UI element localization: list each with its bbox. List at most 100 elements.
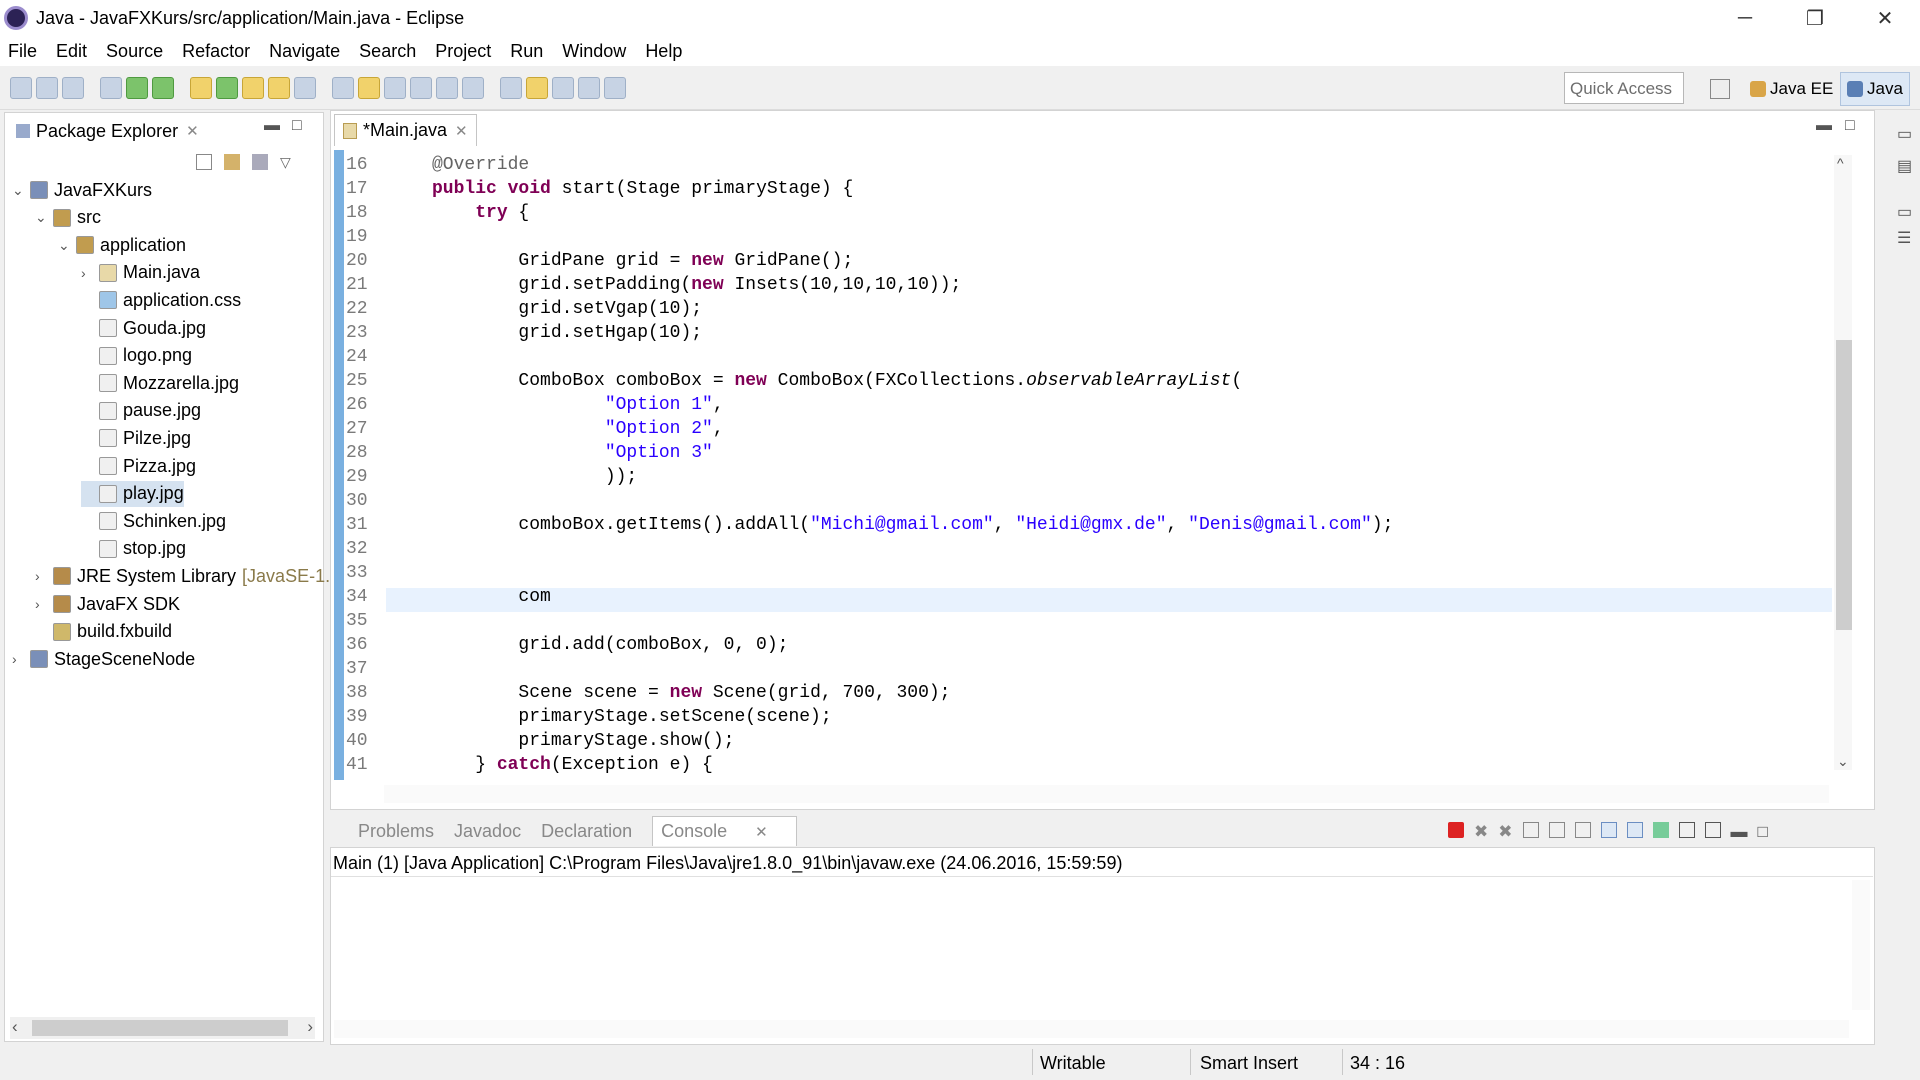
tree-item[interactable]: build.fxbuild <box>35 619 172 645</box>
remove-launch-icon[interactable]: ✖ <box>1474 822 1488 842</box>
explorer-hscroll[interactable]: ‹ › <box>10 1017 315 1039</box>
show-stdout-icon[interactable] <box>1600 822 1617 838</box>
menu-file[interactable]: File <box>8 41 37 62</box>
menu-window[interactable]: Window <box>562 41 626 62</box>
expand-arrow-icon[interactable]: › <box>81 265 99 281</box>
minimize-view-icon[interactable]: ▬ <box>264 117 280 135</box>
code-line[interactable]: ComboBox comboBox = new ComboBox(FXColle… <box>432 371 1393 395</box>
maximize-view-icon[interactable]: □ <box>292 117 302 135</box>
menu-help[interactable]: Help <box>645 41 682 62</box>
editor-vscroll[interactable]: ^ ⌄ <box>1834 155 1852 770</box>
code-line[interactable] <box>432 659 1393 683</box>
mark-occurrences-icon[interactable] <box>358 77 380 99</box>
tree-item[interactable]: pause.jpg <box>81 398 201 424</box>
expand-arrow-icon[interactable]: ⌄ <box>35 209 53 226</box>
collapse-all-icon[interactable] <box>196 154 212 170</box>
next-annotation-icon[interactable] <box>332 77 354 99</box>
code-line[interactable]: grid.setPadding(new Insets(10,10,10,10))… <box>432 275 1393 299</box>
code-line[interactable]: grid.setVgap(10); <box>432 299 1393 323</box>
code-line[interactable]: } catch(Exception e) { <box>432 755 1393 779</box>
code-line[interactable]: "Option 3" <box>432 443 1393 467</box>
code-line[interactable]: try { <box>432 203 1393 227</box>
word-wrap-icon[interactable] <box>384 77 406 99</box>
task-list-icon[interactable]: ☰ <box>1897 228 1911 248</box>
show-stderr-icon[interactable] <box>1626 822 1643 838</box>
save-all-icon[interactable] <box>62 77 84 99</box>
expand-arrow-icon[interactable]: › <box>35 568 53 584</box>
code-line[interactable]: com <box>432 587 1393 611</box>
tree-item[interactable]: Pilze.jpg <box>81 425 191 451</box>
tree-item[interactable]: logo.png <box>81 343 192 369</box>
tree-item[interactable]: › StageSceneNode <box>12 646 195 672</box>
console-vscroll[interactable] <box>1852 880 1870 1010</box>
minimize-view-icon[interactable]: ▬ <box>1731 822 1748 842</box>
code-line[interactable]: "Option 1", <box>432 395 1393 419</box>
code-line[interactable]: grid.setHgap(10); <box>432 323 1393 347</box>
tree-item[interactable]: ⌄ src <box>35 205 101 231</box>
tree-item[interactable]: Pizza.jpg <box>81 453 196 479</box>
open-console-icon[interactable] <box>1704 822 1721 838</box>
tree-item[interactable]: play.jpg <box>81 480 184 507</box>
expand-arrow-icon[interactable]: › <box>12 651 30 667</box>
focus-icon[interactable] <box>252 154 268 170</box>
quick-access-input[interactable]: Quick Access <box>1564 72 1684 104</box>
editor-hscroll[interactable] <box>384 785 1829 803</box>
code-line[interactable]: @Override <box>432 155 1393 179</box>
tree-item[interactable]: Schinken.jpg <box>81 508 226 534</box>
code-line[interactable]: Scene scene = new Scene(grid, 700, 300); <box>432 683 1393 707</box>
expand-arrow-icon[interactable]: ⌄ <box>12 182 30 199</box>
block-selection-icon[interactable] <box>410 77 432 99</box>
scroll-lock-icon[interactable] <box>1548 822 1565 838</box>
menu-refactor[interactable]: Refactor <box>182 41 250 62</box>
tab-package-explorer[interactable]: Package Explorer ✕ <box>8 115 207 147</box>
show-whitespace-icon[interactable] <box>436 77 458 99</box>
minimize-button[interactable]: ─ <box>1710 0 1780 36</box>
menu-run[interactable]: Run <box>510 41 543 62</box>
forward-icon[interactable] <box>604 77 626 99</box>
tab-problems[interactable]: Problems <box>358 821 434 842</box>
save-icon[interactable] <box>36 77 58 99</box>
menu-navigate[interactable]: Navigate <box>269 41 340 62</box>
expand-arrow-icon[interactable]: › <box>35 596 53 612</box>
tree-item[interactable]: › JavaFX SDK <box>35 591 180 617</box>
tree-item[interactable]: › Main.java <box>81 260 200 286</box>
minimize-editor-icon[interactable]: ▬ <box>1816 117 1832 135</box>
tree-item[interactable]: stop.jpg <box>81 536 186 562</box>
tab-console[interactable]: Console ✕ <box>652 816 797 846</box>
code-line[interactable]: comboBox.getItems().addAll("Michi@gmail.… <box>432 515 1393 539</box>
coverage-icon[interactable] <box>152 77 174 99</box>
prev-edit-icon[interactable] <box>552 77 574 99</box>
code-line[interactable]: "Option 2", <box>432 419 1393 443</box>
perspective-java-ee[interactable]: Java EE <box>1750 72 1833 106</box>
open-perspective-button[interactable] <box>1710 72 1730 106</box>
close-icon[interactable]: ✕ <box>455 122 468 140</box>
open-type-icon[interactable] <box>242 77 264 99</box>
close-icon[interactable]: ✕ <box>755 824 768 841</box>
remove-all-icon[interactable]: ✖ <box>1498 822 1512 842</box>
restore-icon[interactable]: ▭ <box>1897 124 1912 144</box>
terminate-icon[interactable] <box>1448 822 1464 838</box>
code-line[interactable]: grid.add(comboBox, 0, 0); <box>432 635 1393 659</box>
tree-item[interactable]: Gouda.jpg <box>81 315 206 341</box>
pin-icon[interactable] <box>500 77 522 99</box>
new-class-icon[interactable] <box>216 77 238 99</box>
back-icon[interactable] <box>578 77 600 99</box>
code-line[interactable] <box>432 611 1393 635</box>
tree-item[interactable]: › JRE System Library [JavaSE-1.8 <box>35 563 340 589</box>
tree-item[interactable]: ⌄ application <box>58 232 186 258</box>
menu-source[interactable]: Source <box>106 41 163 62</box>
new-package-icon[interactable] <box>190 77 212 99</box>
menu-project[interactable]: Project <box>435 41 491 62</box>
perspective-java[interactable]: Java <box>1840 72 1910 106</box>
code-line[interactable] <box>432 227 1393 251</box>
menu-edit[interactable]: Edit <box>56 41 87 62</box>
close-icon[interactable]: ✕ <box>186 122 199 140</box>
console-icon[interactable] <box>462 77 484 99</box>
expand-arrow-icon[interactable]: ⌄ <box>58 237 76 254</box>
code-line[interactable]: )); <box>432 467 1393 491</box>
outline-icon[interactable]: ▤ <box>1897 156 1912 176</box>
maximize-view-icon[interactable]: □ <box>1758 822 1768 842</box>
code-line[interactable]: primaryStage.show(); <box>432 731 1393 755</box>
display-console-icon[interactable] <box>1678 822 1695 838</box>
close-button[interactable]: ✕ <box>1850 0 1920 36</box>
